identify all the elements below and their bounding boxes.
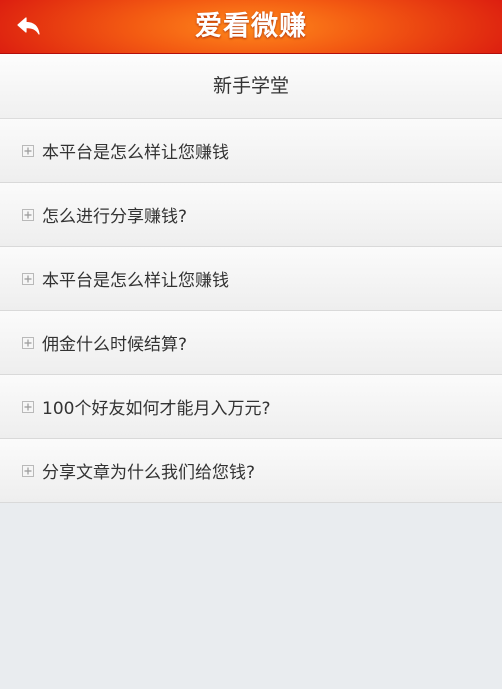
faq-item[interactable]: 本平台是怎么样让您赚钱 <box>0 119 502 183</box>
faq-item-label: 分享文章为什么我们给您钱? <box>42 463 256 483</box>
expand-plus-icon <box>22 400 34 413</box>
app-title: 爱看微赚 <box>195 11 307 42</box>
faq-item[interactable]: 怎么进行分享赚钱? <box>0 183 502 247</box>
expand-plus-icon <box>22 272 34 285</box>
faq-item[interactable]: 本平台是怎么样让您赚钱 <box>0 247 502 311</box>
faq-item[interactable]: 分享文章为什么我们给您钱? <box>0 439 502 503</box>
faq-item-label: 本平台是怎么样让您赚钱 <box>42 143 229 163</box>
faq-item-label: 本平台是怎么样让您赚钱 <box>42 271 229 291</box>
faq-item-label: 佣金什么时候结算? <box>42 335 188 355</box>
expand-plus-icon <box>22 144 34 157</box>
expand-plus-icon <box>22 464 34 477</box>
section-title: 新手学堂 <box>0 54 502 119</box>
faq-item-label: 100个好友如何才能月入万元? <box>42 399 271 419</box>
faq-item[interactable]: 佣金什么时候结算? <box>0 311 502 375</box>
faq-list: 本平台是怎么样让您赚钱 怎么进行分享赚钱? 本平台是怎么样让您赚钱 佣金什么时候… <box>0 119 502 503</box>
app-header: 爱看微赚 <box>0 0 502 54</box>
expand-plus-icon <box>22 336 34 349</box>
expand-plus-icon <box>22 208 34 221</box>
faq-item[interactable]: 100个好友如何才能月入万元? <box>0 375 502 439</box>
faq-item-label: 怎么进行分享赚钱? <box>42 207 188 227</box>
